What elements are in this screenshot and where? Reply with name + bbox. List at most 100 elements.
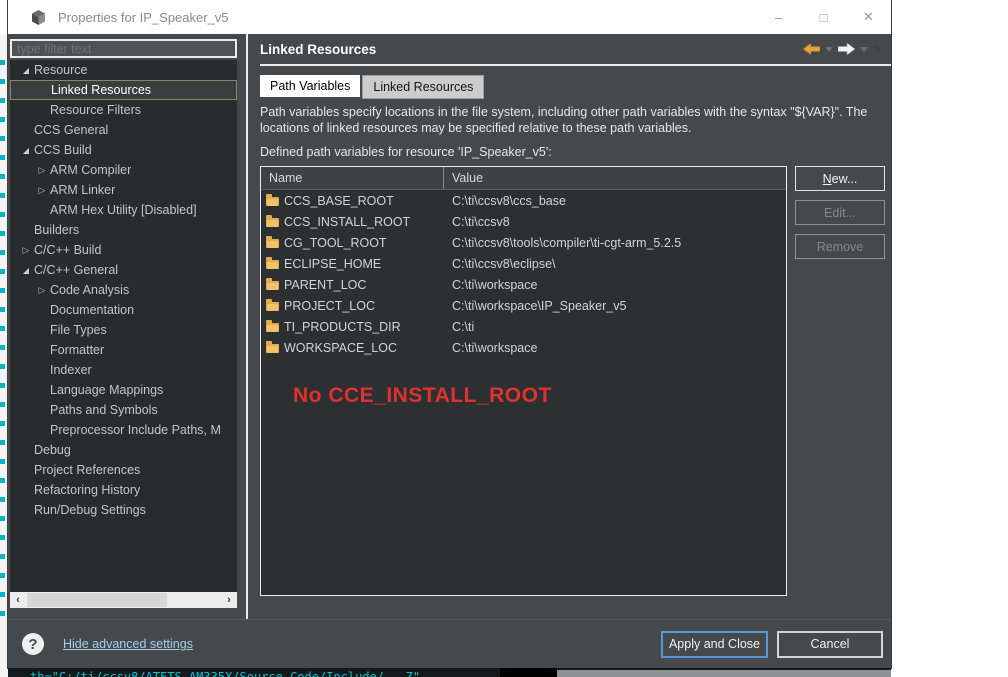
background-code-fragment: th="C:/ti/ccsv8/ATETS_AM335X/Source Code…: [30, 670, 421, 677]
sidebar-item-file-types[interactable]: File Types: [10, 320, 237, 340]
view-menu-icon[interactable]: [873, 46, 883, 52]
table-row-parent-loc[interactable]: PARENT_LOC C:\ti\workspace: [261, 274, 786, 295]
sidebar-item-label: Linked Resources: [51, 83, 152, 97]
forward-dropdown-icon[interactable]: [860, 46, 868, 52]
sidebar-item-label: Language Mappings: [50, 383, 164, 397]
minimize-icon[interactable]: –: [756, 0, 801, 34]
tab-bar: Path Variables Linked Resources: [260, 75, 891, 99]
sidebar-item-arm-linker[interactable]: ▷ ARM Linker: [10, 180, 237, 200]
tree-horizontal-scrollbar[interactable]: ‹ ›: [10, 592, 237, 608]
sidebar-item-label: Debug: [34, 443, 71, 457]
background-editor-marks: [0, 34, 8, 677]
folder-icon: [266, 299, 279, 311]
description-text: Path variables specify locations in the …: [260, 105, 868, 135]
table-row-cg-tool-root[interactable]: CG_TOOL_ROOT C:\ti\ccsv8\tools\compiler\t…: [261, 232, 786, 253]
scrollbar-thumb[interactable]: [27, 593, 167, 607]
sidebar-item-indexer[interactable]: Indexer: [10, 360, 237, 380]
tree-collapsed-icon[interactable]: ▷: [18, 245, 34, 256]
new-button[interactable]: New...: [795, 166, 885, 191]
sidebar-item-c-c-build[interactable]: ▷ C/C++ Build: [10, 240, 237, 260]
folder-icon: [266, 236, 279, 248]
window-title: Properties for IP_Speaker_v5: [58, 9, 229, 25]
folder-icon: [266, 341, 279, 353]
folder-icon: [266, 194, 279, 206]
table-row-workspace-loc[interactable]: WORKSPACE_LOC C:\ti\workspace: [261, 337, 786, 358]
variable-value: C:\ti\workspace\IP_Speaker_v5: [452, 298, 627, 313]
table-actions: New... Edit... Remove: [795, 166, 885, 596]
background-scrollbar: [557, 670, 891, 677]
sidebar-item-code-analysis[interactable]: ▷ Code Analysis: [10, 280, 237, 300]
tree-expanded-icon[interactable]: ◢: [18, 146, 34, 155]
folder-icon: [266, 320, 279, 332]
nav-icons: [803, 43, 883, 55]
tab-path-variables[interactable]: Path Variables: [260, 75, 361, 97]
sidebar-item-refactoring-history[interactable]: Refactoring History: [10, 480, 237, 500]
remove-button: Remove: [795, 234, 885, 259]
variable-name: TI_PRODUCTS_DIR: [284, 319, 401, 334]
sidebar-item-arm-hex-utility-disabled[interactable]: ARM Hex Utility [Disabled]: [10, 200, 237, 220]
sidebar-item-c-c-general[interactable]: ◢ C/C++ General: [10, 260, 237, 280]
sidebar-item-builders[interactable]: Builders: [10, 220, 237, 240]
footer-bar: ? Hide advanced settings Apply and Close…: [8, 619, 891, 668]
tree-collapsed-icon[interactable]: ▷: [34, 285, 50, 296]
sidebar-item-debug[interactable]: Debug: [10, 440, 237, 460]
sidebar-item-resource-filters[interactable]: Resource Filters: [10, 100, 237, 120]
variable-value: C:\ti\ccsv8\tools\compiler\ti-cgt-arm_5.…: [452, 235, 682, 250]
sidebar-item-documentation[interactable]: Documentation: [10, 300, 237, 320]
sidebar-item-label: Builders: [34, 223, 80, 237]
tree-collapsed-icon[interactable]: ▷: [34, 165, 50, 176]
desktop-background: Properties for IP_Speaker_v5 – □ ✕ ◢Reso…: [0, 0, 1008, 677]
sidebar-item-formatter[interactable]: Formatter: [10, 340, 237, 360]
filter-input[interactable]: [10, 39, 237, 58]
forward-icon[interactable]: [838, 43, 855, 55]
tree-collapsed-icon[interactable]: ▷: [34, 185, 50, 196]
sidebar-item-label: ARM Compiler: [50, 163, 132, 177]
tree-expanded-icon[interactable]: ◢: [18, 66, 34, 75]
close-icon[interactable]: ✕: [846, 0, 891, 34]
table-row-ti-products-dir[interactable]: TI_PRODUCTS_DIR C:\ti: [261, 316, 786, 337]
background-strip-segment: [500, 668, 557, 677]
table-row-ccs-base-root[interactable]: CCS_BASE_ROOT C:\ti\ccsv8\ccs_base: [261, 190, 786, 211]
title-bar: Properties for IP_Speaker_v5 – □ ✕: [8, 0, 891, 34]
defined-variables-label: Defined path variables for resource 'IP_…: [260, 145, 552, 159]
sidebar-item-project-references[interactable]: Project References: [10, 460, 237, 480]
properties-dialog: Properties for IP_Speaker_v5 – □ ✕ ◢Reso…: [8, 0, 891, 668]
variable-value: C:\ti\workspace: [452, 340, 538, 355]
tree-expanded-icon[interactable]: ◢: [18, 266, 34, 275]
back-dropdown-icon[interactable]: [825, 46, 833, 52]
sidebar-item-label: Preprocessor Include Paths, M: [50, 423, 221, 437]
variable-name: CG_TOOL_ROOT: [284, 235, 387, 250]
sidebar-item-ccs-build[interactable]: ◢ CCS Build: [10, 140, 237, 160]
sidebar-item-linked-resources[interactable]: Linked Resources: [10, 80, 237, 100]
sidebar-item-ccs-general[interactable]: CCS General: [10, 120, 237, 140]
sidebar-item-language-mappings[interactable]: Language Mappings: [10, 380, 237, 400]
tab-linked-resources[interactable]: Linked Resources: [362, 75, 485, 99]
table-row-project-loc[interactable]: PROJECT_LOC C:\ti\workspace\IP_Speaker_v5: [261, 295, 786, 316]
help-icon[interactable]: ?: [22, 633, 44, 655]
sidebar-item-preprocessor-include-paths-m[interactable]: Preprocessor Include Paths, M: [10, 420, 237, 440]
dialog-body: ◢Resource Linked Resources Resource Filter…: [8, 34, 891, 619]
sidebar-item-label: Indexer: [50, 363, 92, 377]
sidebar-item-run-debug-settings[interactable]: Run/Debug Settings: [10, 500, 237, 520]
sidebar-item-label: ARM Hex Utility [Disabled]: [50, 203, 197, 217]
table-row-ccs-install-root[interactable]: CCS_INSTALL_ROOT C:\ti\ccsv8: [261, 211, 786, 232]
sidebar-item-label: Documentation: [50, 303, 135, 317]
cancel-button[interactable]: Cancel: [777, 630, 883, 658]
back-icon[interactable]: [803, 43, 820, 55]
variable-name: PARENT_LOC: [284, 277, 367, 292]
sidebar-item-paths-and-symbols[interactable]: Paths and Symbols: [10, 400, 237, 420]
hide-advanced-settings-link[interactable]: Hide advanced settings: [63, 637, 193, 651]
variable-name: ECLIPSE_HOME: [284, 256, 382, 271]
scroll-right-icon[interactable]: ›: [221, 592, 237, 608]
sidebar-item-label: File Types: [50, 323, 107, 337]
column-header-value: Value: [452, 171, 484, 185]
maximize-icon[interactable]: □: [801, 0, 846, 34]
sidebar-item-arm-compiler[interactable]: ▷ ARM Compiler: [10, 160, 237, 180]
path-variables-zone: Name Value CCS_BASE_ROOT C:\ti\ccsv8\ccs_…: [260, 166, 891, 596]
apply-and-close-button[interactable]: Apply and Close: [660, 630, 768, 658]
folder-icon: [266, 278, 279, 290]
table-row-eclipse-home[interactable]: ECLIPSE_HOME C:\ti\ccsv8\eclipse\: [261, 253, 786, 274]
sidebar-item-resource[interactable]: ◢ Resource: [10, 60, 237, 80]
scroll-left-icon[interactable]: ‹: [10, 592, 26, 608]
variable-value: C:\ti\ccsv8\eclipse\: [452, 256, 556, 271]
